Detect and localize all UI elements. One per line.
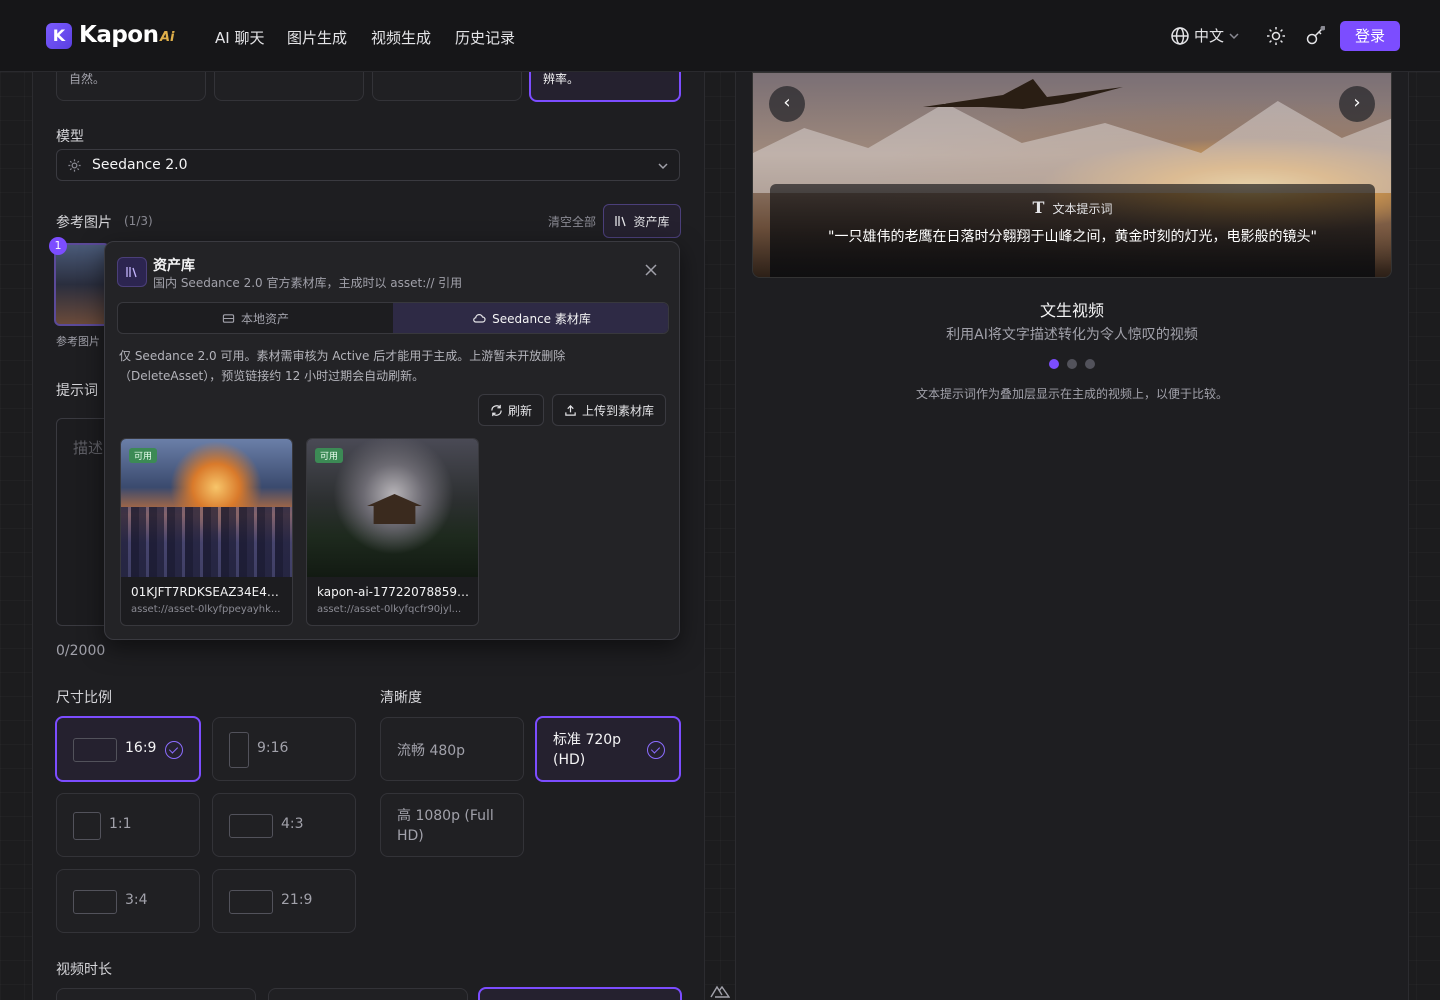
prompt-overlay: T 文本提示词 "一只雄伟的老鹰在日落时分翱翔于山峰之间，黄金时刻的灯光，电影般的… [770, 184, 1375, 277]
asset-uri: asset://asset-0lkyfppeyayhk... [131, 604, 281, 615]
asset-card[interactable]: 可用 kapon-ai-1772207885973 asset://asset-… [306, 438, 479, 626]
duration-option[interactable] [56, 988, 256, 1000]
resolution-label: 清晰度 [380, 690, 422, 706]
library-icon [615, 216, 627, 227]
reference-index-badge: 1 [49, 237, 67, 255]
gear-icon [68, 159, 81, 172]
reference-image-thumbnail[interactable] [54, 243, 110, 326]
prompt-placeholder: 描述 [73, 439, 104, 457]
upload-icon [565, 404, 576, 416]
login-button[interactable]: 登录 [1340, 21, 1400, 51]
ratio-option-16-9[interactable]: 16:9 [55, 716, 201, 782]
asset-uri: asset://asset-0lkyfqcfr90jyl... [317, 604, 462, 615]
asset-library-button[interactable]: 资产库 [603, 204, 681, 238]
ratio-option-21-9[interactable]: 21:9 [212, 869, 356, 933]
aspect-ratio-label: 尺寸比例 [56, 690, 112, 706]
duration-option[interactable] [268, 988, 468, 1000]
nav-video-gen[interactable]: 视频生成 [371, 27, 431, 48]
preview-subtitle: 利用AI将文字描述转化为令人惊叹的视频 [946, 327, 1198, 343]
check-circle-icon [647, 741, 665, 759]
globe-icon [1171, 26, 1189, 45]
language-label: 中文 [1194, 27, 1225, 45]
refresh-button[interactable]: 刷新 [478, 394, 544, 426]
library-notice: 仅 Seedance 2.0 可用。素材需审核为 Active 后才能用于主成。… [119, 349, 566, 383]
nav-image-gen[interactable]: 图片生成 [287, 27, 347, 48]
carousel-dot-active[interactable] [1049, 359, 1059, 369]
resolution-option-1080p[interactable]: 高 1080p (Full HD) [380, 793, 524, 857]
cloud-icon [473, 314, 486, 323]
resolution-option-720p[interactable]: 标准 720p (HD) [535, 716, 681, 782]
drive-icon [222, 313, 235, 323]
clear-all-button[interactable]: 清空全部 [548, 213, 596, 230]
reference-count: (1/3) [124, 214, 153, 228]
chevron-down-icon [658, 163, 668, 170]
key-icon[interactable] [1305, 26, 1325, 46]
model-select[interactable]: Seedance 2.0 [56, 149, 680, 181]
carousel-dot[interactable] [1085, 359, 1095, 369]
reference-images-label: 参考图片 [56, 215, 112, 231]
close-icon[interactable] [645, 264, 657, 276]
language-selector[interactable]: 中文 [1170, 25, 1240, 46]
model-label: 模型 [56, 129, 84, 145]
ratio-option-3-4[interactable]: 3:4 [56, 869, 200, 933]
logo-text[interactable]: Kapon [79, 22, 159, 48]
ratio-option-9-16[interactable]: 9:16 [212, 717, 356, 781]
upload-button[interactable]: 上传到素材库 [552, 394, 666, 426]
tab-seedance-library[interactable]: Seedance 素材库 [393, 303, 668, 333]
chevron-down-icon [1229, 32, 1239, 39]
top-nav: K Kapon Ai AI 聊天 图片生成 视频生成 历史记录 中文 登录 [0, 0, 1440, 72]
popover-title: 资产库 [153, 258, 195, 274]
library-icon [117, 257, 147, 287]
logo-ai: Ai [160, 30, 175, 45]
asset-library-popover: 资产库 国内 Seedance 2.0 官方素材库，主成时以 asset:// … [104, 241, 680, 640]
nuxt-icon[interactable] [710, 983, 730, 999]
asset-name: 01KJFT7RDKSEAZ34E4M... [131, 585, 284, 599]
char-count: 0/2000 [56, 643, 106, 659]
prompt-label: 提示词 [56, 383, 98, 399]
carousel-dot[interactable] [1067, 359, 1077, 369]
status-badge: 可用 [315, 448, 344, 463]
check-circle-icon [165, 741, 183, 759]
refresh-icon [491, 404, 502, 416]
carousel-prev-button[interactable]: ‹ [769, 86, 805, 122]
reference-caption: 参考图片 [56, 335, 100, 348]
preview-title: 文生视频 [1039, 301, 1104, 320]
ratio-option-4-3[interactable]: 4:3 [212, 793, 356, 857]
duration-option-selected[interactable] [478, 987, 682, 1000]
status-badge: 可用 [129, 448, 158, 463]
sun-icon[interactable] [1266, 26, 1286, 46]
text-icon: T [1032, 198, 1045, 217]
asset-source-tabs: 本地资产 Seedance 素材库 [117, 302, 669, 334]
carousel-next-button[interactable]: › [1339, 86, 1375, 122]
duration-label: 视频时长 [56, 962, 112, 978]
overlay-quote: "一只雄伟的老鹰在日落时分翱翔于山峰之间，黄金时刻的灯光，电影般的镜头" [828, 229, 1317, 245]
asset-card[interactable]: 可用 01KJFT7RDKSEAZ34E4M... asset://asset-… [120, 438, 293, 626]
ratio-option-1-1[interactable]: 1:1 [56, 793, 200, 857]
logo-icon[interactable]: K [46, 23, 72, 49]
popover-subtitle: 国内 Seedance 2.0 官方素材库，主成时以 asset:// 引用 [153, 276, 463, 290]
tab-local-assets[interactable]: 本地资产 [118, 303, 393, 333]
preview-note: 文本提示词作为叠加层显示在主成的视频上，以便于比较。 [915, 387, 1228, 401]
sample-video-preview: T 文本提示词 "一只雄伟的老鹰在日落时分翱翔于山峰之间，黄金时刻的灯光，电影般的… [752, 72, 1392, 278]
asset-name: kapon-ai-1772207885973 [317, 585, 470, 599]
nav-history[interactable]: 历史记录 [455, 27, 515, 48]
model-value: Seedance 2.0 [92, 157, 188, 173]
overlay-label: 文本提示词 [1052, 202, 1113, 216]
nav-ai-chat[interactable]: AI 聊天 [215, 27, 264, 48]
resolution-option-480p[interactable]: 流畅 480p [380, 717, 524, 781]
